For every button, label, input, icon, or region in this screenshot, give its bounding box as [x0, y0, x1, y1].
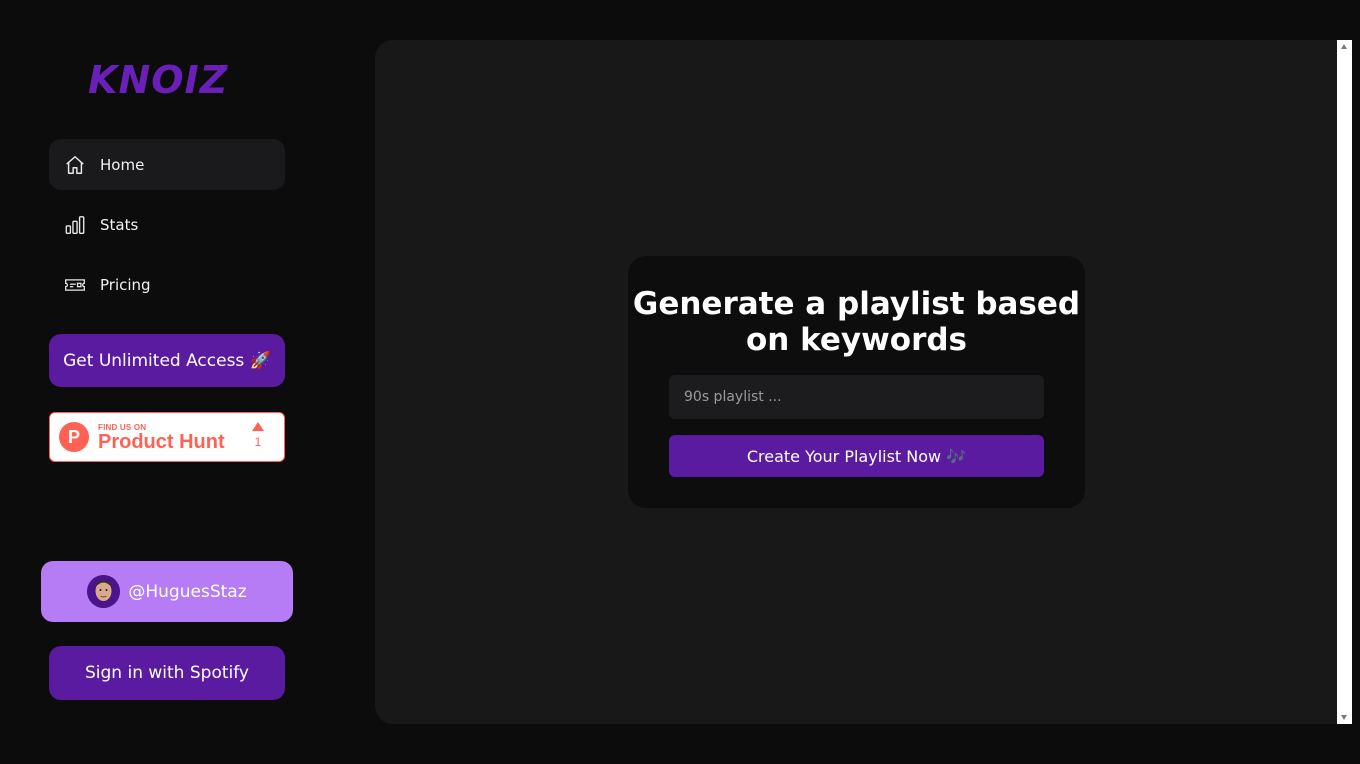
user-handle: @HuguesStaz	[128, 581, 247, 602]
upvote-arrow-icon	[252, 422, 264, 431]
sign-in-with-spotify-button[interactable]: Sign in with Spotify	[49, 646, 285, 700]
keywords-input[interactable]	[669, 375, 1044, 419]
vote-count: 1	[254, 435, 262, 449]
ticket-icon	[64, 274, 86, 296]
scrollbar[interactable]	[1337, 40, 1352, 724]
sidebar-item-pricing[interactable]: Pricing	[49, 259, 285, 310]
create-playlist-button[interactable]: Create Your Playlist Now 🎶	[669, 435, 1044, 477]
bar-chart-icon	[64, 214, 86, 236]
sidebar-item-home[interactable]: Home	[49, 139, 285, 190]
sidebar-item-stats[interactable]: Stats	[49, 199, 285, 250]
ph-vote-count: 1	[252, 422, 264, 449]
sidebar: KNOIZ Home Stats Pricing Get Unlimited A…	[0, 0, 335, 764]
sidebar-item-label: Stats	[100, 215, 139, 234]
product-hunt-logo-icon: P	[59, 422, 89, 452]
user-profile-button[interactable]: @HuguesStaz	[41, 561, 293, 622]
ph-big-text: Product Hunt	[98, 430, 225, 453]
product-hunt-badge[interactable]: P FIND US ON Product Hunt 1	[49, 412, 285, 462]
playlist-generator-card: Generate a playlist based on keywords Cr…	[628, 256, 1085, 508]
home-icon	[64, 154, 86, 176]
scroll-up-arrow-icon[interactable]	[1341, 44, 1347, 49]
sidebar-item-label: Pricing	[100, 275, 151, 294]
card-title: Generate a playlist based on keywords	[632, 286, 1081, 358]
knoiz-logo[interactable]: KNOIZ	[88, 58, 248, 102]
get-unlimited-access-button[interactable]: Get Unlimited Access 🚀	[49, 334, 285, 387]
avatar	[87, 575, 121, 608]
scroll-down-arrow-icon[interactable]	[1341, 715, 1347, 720]
sidebar-item-label: Home	[100, 155, 145, 174]
logo-text: KNOIZ	[88, 58, 229, 102]
